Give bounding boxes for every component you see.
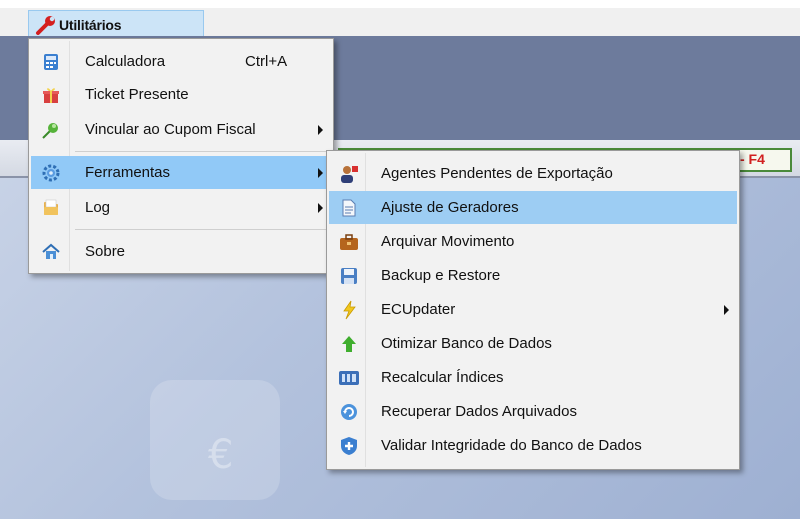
floppy-icon [339, 266, 359, 286]
menu-item-backup-restore[interactable]: Backup e Restore [329, 259, 737, 292]
menu-utilitarios-label: Utilitários [59, 16, 122, 33]
menu-item-log[interactable]: Log [31, 191, 331, 224]
submenu-arrow-icon [318, 167, 323, 178]
menu-item-agentes-pendentes[interactable]: Agentes Pendentes de Exportação [329, 157, 737, 190]
calculator-icon [41, 52, 61, 72]
menu-item-arquivar-movimento[interactable]: Arquivar Movimento [329, 225, 737, 258]
menu-item-label: Agentes Pendentes de Exportação [381, 165, 613, 182]
menu-item-label: Ajuste de Geradores [381, 199, 519, 216]
menu-item-label: ECUpdater [381, 301, 456, 318]
menu-item-shortcut: Ctrl+A [245, 53, 288, 70]
menu-item-label: Backup e Restore [381, 267, 501, 284]
menu-item-vincular-cupom[interactable]: Vincular ao Cupom Fiscal [31, 113, 331, 146]
menu-item-ferramentas[interactable]: Ferramentas [31, 156, 331, 189]
utilitarios-menu: Calculadora Ctrl+A Ticket Presente Vincu… [28, 38, 334, 274]
menu-item-label: Vincular ao Cupom Fiscal [85, 121, 256, 138]
menu-item-validar-integridade[interactable]: Validar Integridade do Banco de Dados [329, 429, 737, 462]
shield-icon [339, 436, 359, 456]
menu-item-recuperar-dados[interactable]: Recuperar Dados Arquivados [329, 395, 737, 428]
ferramentas-submenu: Agentes Pendentes de Exportação Ajuste d… [326, 150, 740, 470]
up-arrow-icon [339, 334, 359, 354]
menu-item-otimizar-banco[interactable]: Otimizar Banco de Dados [329, 327, 737, 360]
folder-icon [41, 198, 61, 218]
menu-item-label: Otimizar Banco de Dados [381, 335, 552, 352]
briefcase-icon [339, 232, 359, 252]
agents-icon [339, 164, 359, 184]
watermark-bag-icon: € [150, 380, 280, 500]
wrench-icon [36, 15, 55, 35]
menu-item-label: Recuperar Dados Arquivados [381, 403, 577, 420]
document-icon [339, 198, 359, 218]
home-icon [41, 242, 61, 262]
lightning-icon [339, 300, 359, 320]
menu-item-calculadora[interactable]: Calculadora Ctrl+A [31, 45, 331, 78]
gift-icon [41, 85, 61, 105]
menu-item-recalcular-indices[interactable]: Recalcular Índices [329, 361, 737, 394]
menu-item-label: Arquivar Movimento [381, 233, 515, 250]
menu-item-label: Calculadora [85, 53, 166, 70]
menu-item-label: Ferramentas [85, 164, 171, 181]
menu-item-ajuste-geradores[interactable]: Ajuste de Geradores [329, 191, 737, 224]
menu-utilitarios[interactable]: Utilitários [28, 10, 204, 38]
menu-item-ticket-presente[interactable]: Ticket Presente [31, 78, 331, 111]
submenu-arrow-icon [318, 124, 323, 135]
menu-item-label: Ticket Presente [85, 86, 189, 103]
menu-item-ecupdater[interactable]: ECUpdater [329, 293, 737, 326]
shortcut-hint: - F4 [740, 151, 765, 167]
menu-item-sobre[interactable]: Sobre [31, 235, 331, 268]
menu-item-label: Sobre [85, 243, 126, 260]
pin-icon [41, 120, 61, 140]
menu-item-label: Validar Integridade do Banco de Dados [381, 437, 642, 454]
gear-icon [41, 163, 61, 183]
menu-bar: Utilitários [0, 8, 800, 38]
menu-item-label: Log [85, 199, 111, 216]
euro-symbol: € [208, 432, 234, 478]
index-icon [339, 368, 359, 388]
menu-separator [75, 151, 327, 152]
menu-separator [75, 229, 327, 230]
submenu-arrow-icon [318, 202, 323, 213]
submenu-arrow-icon [724, 304, 729, 315]
recover-icon [339, 402, 359, 422]
menu-item-label: Recalcular Índices [381, 369, 504, 386]
